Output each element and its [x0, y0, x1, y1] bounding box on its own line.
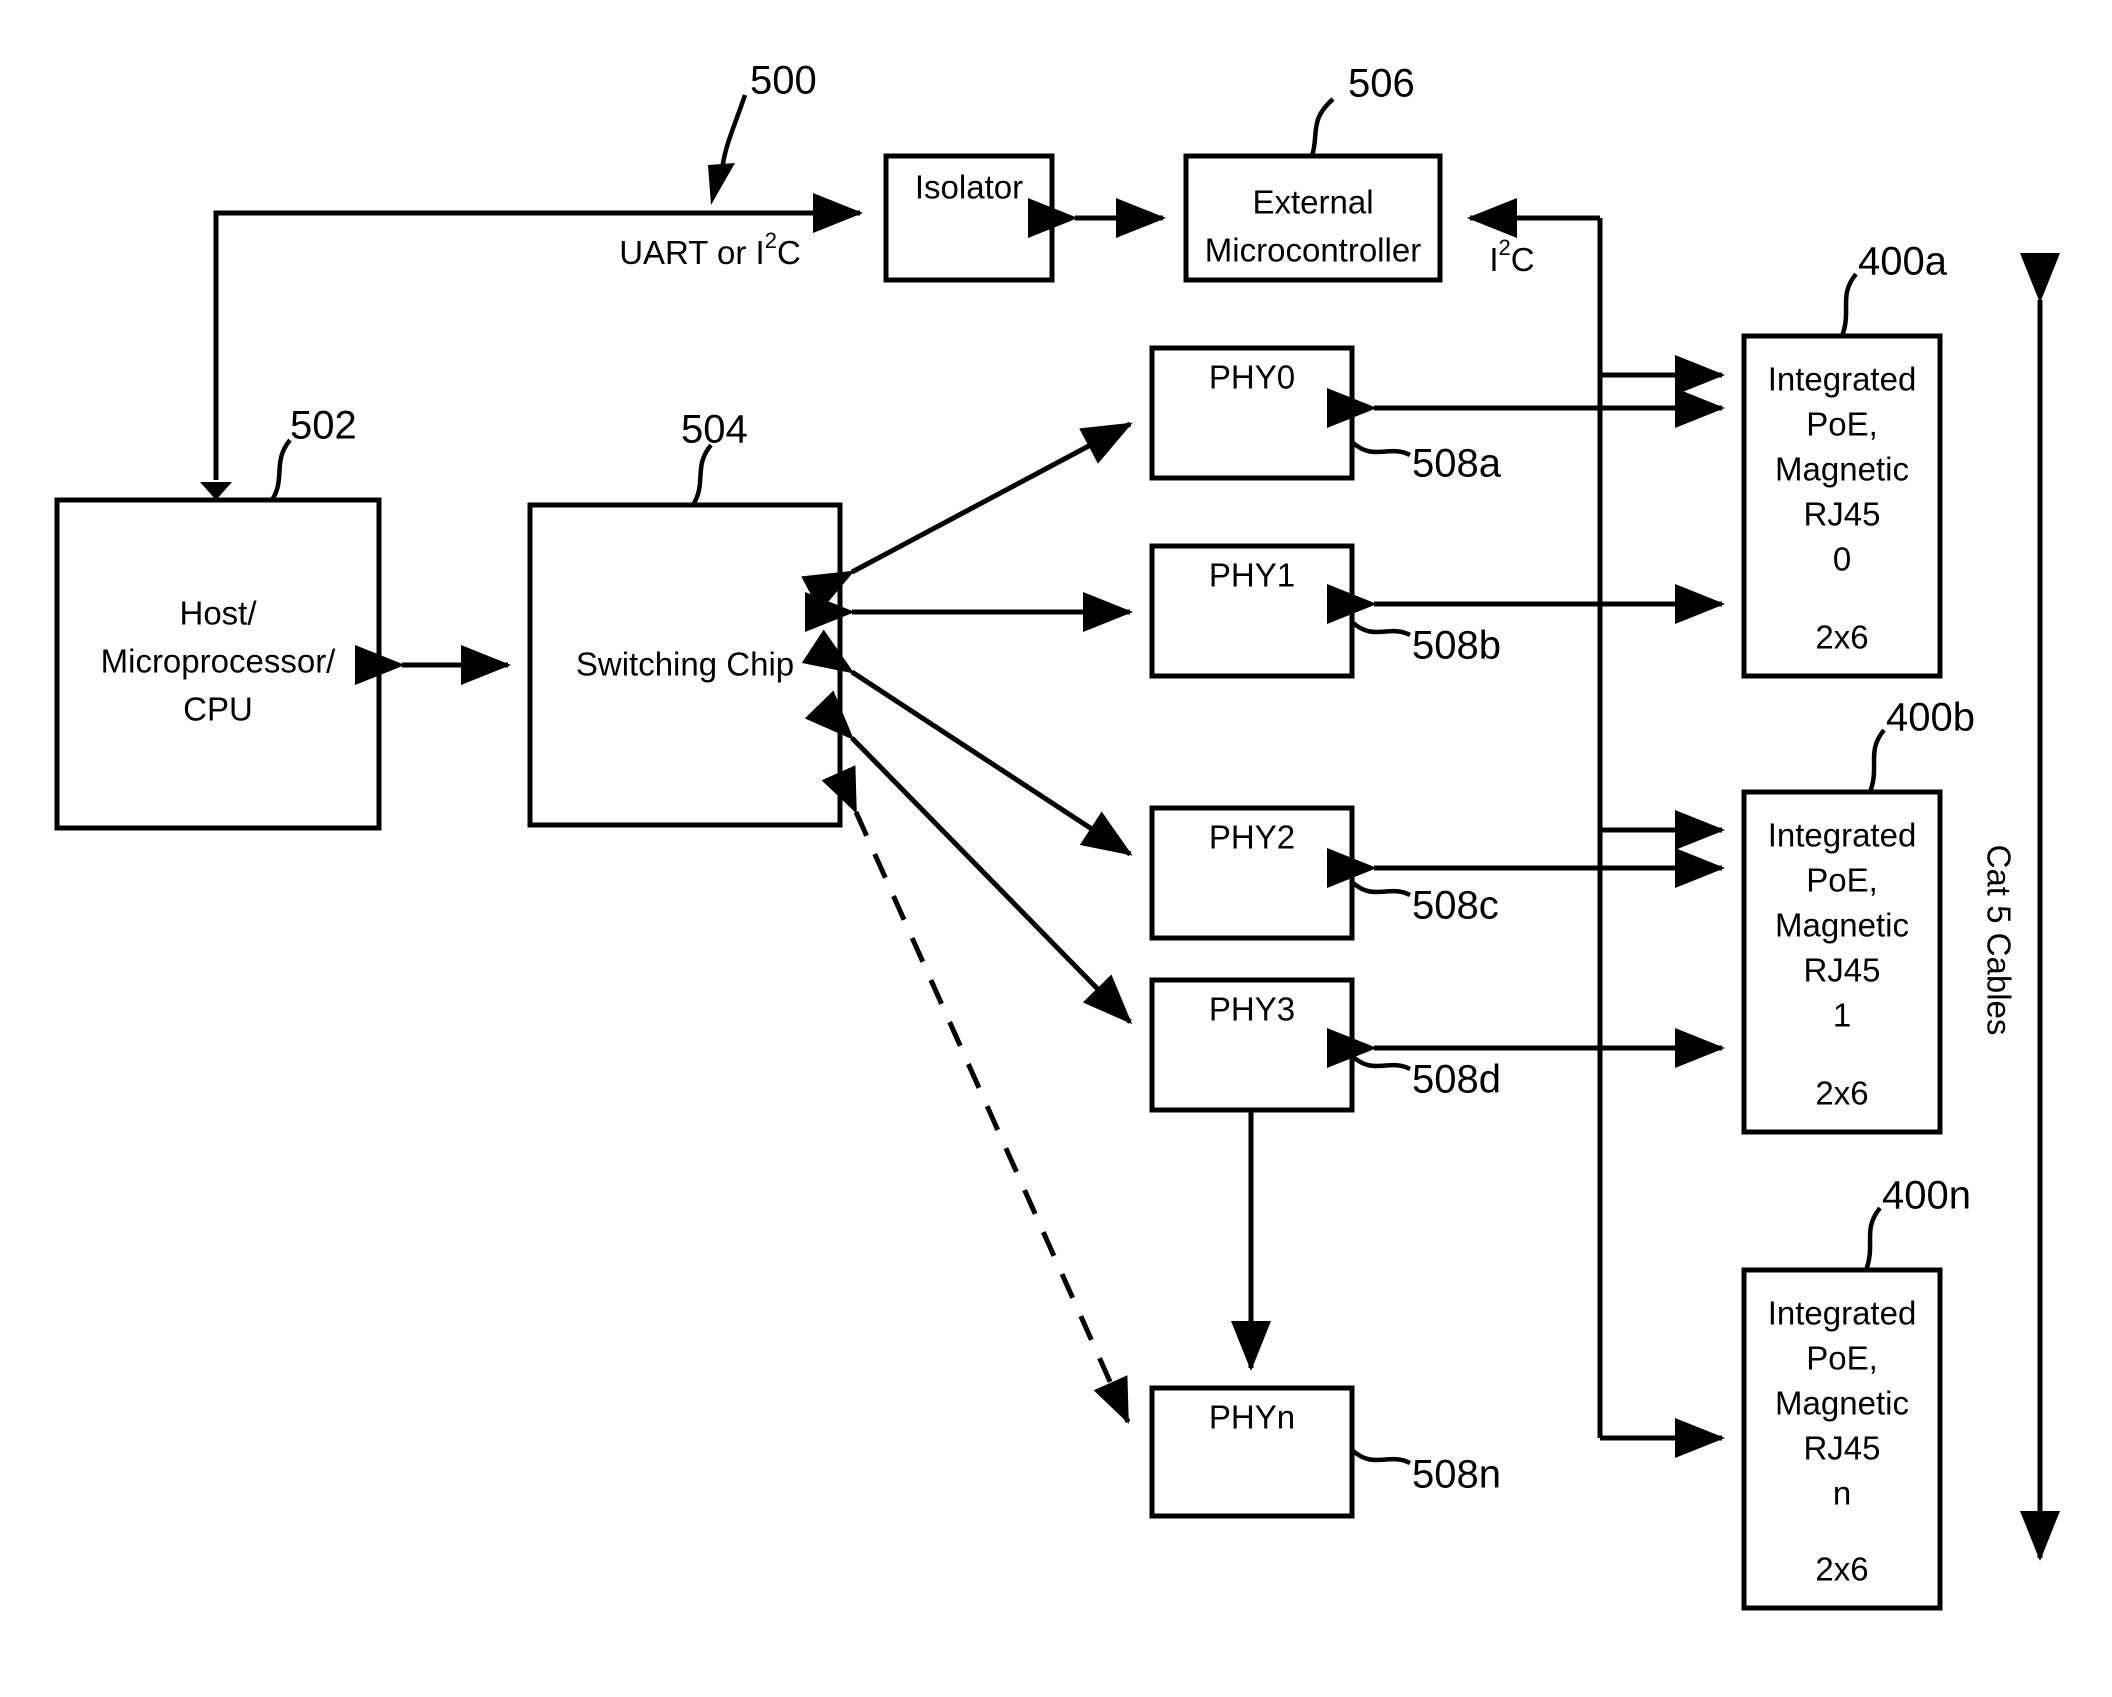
ref-500-label: 500: [750, 59, 817, 103]
poe-a-line5: 0: [1833, 541, 1851, 578]
poe-a-line1: Integrated: [1768, 361, 1917, 398]
ref-506-leader: [1309, 97, 1335, 157]
host-label-line3: CPU: [183, 691, 253, 728]
ref-504-label: 504: [681, 408, 748, 452]
ref-400a-leader: [1839, 272, 1858, 337]
switch-phy3-link: [804, 690, 1133, 1025]
phyn-label: PHYn: [1209, 1399, 1295, 1436]
phy0-label: PHY0: [1209, 359, 1295, 396]
poe-n-line6: 2x6: [1815, 1551, 1868, 1588]
ref-400n-label: 400n: [1882, 1174, 1971, 1218]
poe-n-line3: Magnetic: [1775, 1385, 1909, 1422]
isolator-label: Isolator: [915, 169, 1023, 206]
switch-phyn-link: [821, 765, 1131, 1424]
uart-arrowhead-down: [200, 482, 232, 500]
ref-500-arrowhead: [708, 163, 735, 205]
patent-figure-500: 500 506 502 504 508a 508b 508c 508d 508n…: [0, 0, 2112, 1697]
ref-502-leader: [270, 438, 292, 502]
poe-b-line2: PoE,: [1806, 862, 1878, 899]
poe-a-line4: RJ45: [1803, 496, 1880, 533]
ref-508n-leader: [1350, 1448, 1412, 1466]
host-label-line2: Microprocessor/: [101, 643, 337, 680]
poe-a-line2: PoE,: [1806, 406, 1878, 443]
poe-n-line2: PoE,: [1806, 1340, 1878, 1377]
ref-508n-label: 508n: [1412, 1453, 1501, 1497]
ref-508b-leader: [1350, 620, 1412, 638]
external-microcontroller-label-line1: External: [1252, 184, 1373, 221]
ref-508c-leader: [1350, 880, 1412, 898]
poe-b-line1: Integrated: [1768, 817, 1917, 854]
ref-508d-label: 508d: [1412, 1058, 1501, 1102]
poe-b-line3: Magnetic: [1775, 907, 1909, 944]
poe-a-line3: Magnetic: [1775, 451, 1909, 488]
switch-phy2-link: [801, 629, 1133, 857]
i2c-label: I2C: [1489, 235, 1534, 277]
phy2-label: PHY2: [1209, 819, 1295, 856]
i2c-bus: [1466, 198, 1726, 1458]
poe-n-line5: n: [1833, 1475, 1851, 1512]
ref-500-leader: [708, 94, 748, 205]
external-microcontroller-label-line2: Microcontroller: [1205, 232, 1421, 269]
ref-400b-leader: [1867, 728, 1886, 793]
ref-504-leader: [691, 443, 713, 507]
poe-n-line1: Integrated: [1768, 1295, 1917, 1332]
switching-chip-label: Switching Chip: [576, 646, 794, 683]
uart-i2c-label: UART or I2C: [619, 228, 801, 270]
cat5-cables-label: Cat 5 Cables: [1980, 845, 2017, 1036]
ref-508d-leader: [1350, 1054, 1412, 1072]
ref-508a-leader: [1350, 440, 1412, 458]
poe-b-line5: 1: [1833, 997, 1851, 1034]
ref-508a-label: 508a: [1412, 442, 1502, 486]
phy1-label: PHY1: [1209, 557, 1295, 594]
poe-b-line6: 2x6: [1815, 1075, 1868, 1112]
ref-502-label: 502: [290, 404, 357, 448]
ref-400a-label: 400a: [1858, 240, 1948, 284]
poe-b-line4: RJ45: [1803, 952, 1880, 989]
host-label-line1: Host/: [179, 595, 257, 632]
switch-phy0-link: [801, 421, 1133, 612]
ref-400n-leader: [1863, 1206, 1882, 1271]
poe-n-line4: RJ45: [1803, 1430, 1880, 1467]
ref-506-label: 506: [1348, 62, 1415, 106]
phy3-label: PHY3: [1209, 991, 1295, 1028]
diagram-canvas: 500 506 502 504 508a 508b 508c 508d 508n…: [54, 59, 2060, 1611]
poe-a-line6: 2x6: [1815, 619, 1868, 656]
ref-400b-label: 400b: [1886, 696, 1975, 740]
ref-508c-label: 508c: [1412, 884, 1499, 928]
ref-508b-label: 508b: [1412, 624, 1501, 668]
